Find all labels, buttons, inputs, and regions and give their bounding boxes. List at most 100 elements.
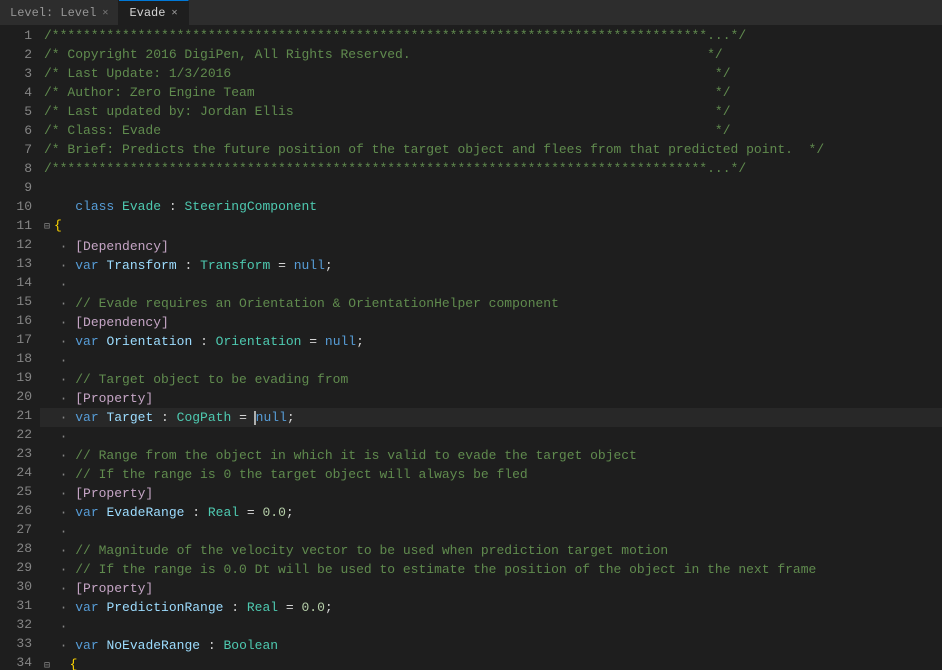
tab-close-button[interactable]: ✕ <box>102 7 108 19</box>
code-line: /* Author: Zero Engine Team */ <box>40 83 942 102</box>
token-c-plain: : <box>192 334 215 349</box>
token-c-keyword: var <box>75 410 98 425</box>
token-c-comment: // Evade requires an Orientation & Orien… <box>75 296 559 311</box>
code-line: · [Dependency] <box>40 313 942 332</box>
fold-arrow[interactable]: ⊟ <box>44 657 54 670</box>
tab-level[interactable]: Level: Level ✕ <box>0 0 119 25</box>
code-line: /* Brief: Predicts the future position o… <box>40 140 942 159</box>
code-line: · var NoEvadeRange : Boolean <box>40 636 942 655</box>
code-line: · <box>40 617 942 636</box>
fold-arrow[interactable]: ⊟ <box>44 218 54 237</box>
line-number: 6 <box>8 121 32 140</box>
token-c-dots: · <box>44 638 75 653</box>
line-number: 14 <box>8 273 32 292</box>
token-c-type: Real <box>208 505 239 520</box>
token-c-comment: // Target object to be evading from <box>75 372 348 387</box>
token-c-dots: · <box>44 524 75 539</box>
token-c-property: NoEvadeRange <box>106 638 200 653</box>
token-c-keyword: var <box>75 505 98 520</box>
code-line: · // Range from the object in which it i… <box>40 446 942 465</box>
token-c-plain: : <box>161 199 184 214</box>
code-line: /***************************************… <box>40 159 942 178</box>
token-c-null: null <box>256 410 287 425</box>
code-area[interactable]: /***************************************… <box>40 26 942 670</box>
token-c-plain: : <box>223 600 246 615</box>
code-line: · <box>40 351 942 370</box>
token-c-comment: // If the range is 0.0 Dt will be used t… <box>75 562 816 577</box>
token-c-comment: /* Class: Evade */ <box>44 123 731 138</box>
token-c-decorator: [Property] <box>75 391 153 406</box>
code-line: · var EvadeRange : Real = 0.0; <box>40 503 942 522</box>
line-number: 2 <box>8 45 32 64</box>
token-c-plain: ; <box>325 258 333 273</box>
token-c-decorator: [Property] <box>75 486 153 501</box>
code-line: · var Transform : Transform = null; <box>40 256 942 275</box>
line-number: 33 <box>8 634 32 653</box>
token-c-property: PredictionRange <box>106 600 223 615</box>
line-number: 3 <box>8 64 32 83</box>
token-c-comment: // Magnitude of the velocity vector to b… <box>75 543 668 558</box>
line-number: 24 <box>8 463 32 482</box>
line-number: 28 <box>8 539 32 558</box>
code-line: ⊟ { <box>40 655 942 670</box>
token-c-dots: · <box>44 467 75 482</box>
line-number: 5 <box>8 102 32 121</box>
token-c-dots: · <box>44 353 75 368</box>
line-numbers: 1234567891011121314151617181920212223242… <box>0 26 40 670</box>
line-number: 19 <box>8 368 32 387</box>
token-c-plain: = <box>239 505 262 520</box>
token-c-property: Orientation <box>106 334 192 349</box>
tab-evade[interactable]: Evade ✕ <box>119 0 188 25</box>
line-number: 11 <box>8 216 32 235</box>
line-number: 18 <box>8 349 32 368</box>
token-c-plain: : <box>184 505 207 520</box>
line-number: 9 <box>8 178 32 197</box>
token-c-dots <box>54 657 70 670</box>
token-c-dots: · <box>44 277 75 292</box>
token-c-plain: : <box>177 258 200 273</box>
line-number: 15 <box>8 292 32 311</box>
code-line: · var PredictionRange : Real = 0.0; <box>40 598 942 617</box>
token-c-decorator: [Dependency] <box>75 315 169 330</box>
token-c-bracket: { <box>70 657 78 670</box>
token-c-keyword: var <box>75 334 98 349</box>
code-line: /***************************************… <box>40 26 942 45</box>
line-number: 8 <box>8 159 32 178</box>
line-number: 25 <box>8 482 32 501</box>
token-c-comment: /***************************************… <box>44 28 746 43</box>
token-c-type: CogPath <box>177 410 232 425</box>
token-c-dots: · <box>44 543 75 558</box>
code-line: /* Last Update: 1/3/2016 */ <box>40 64 942 83</box>
code-line: · var Orientation : Orientation = null; <box>40 332 942 351</box>
line-number: 16 <box>8 311 32 330</box>
token-c-dots: · <box>44 486 75 501</box>
code-line: · [Property] <box>40 579 942 598</box>
line-number: 21 <box>8 406 32 425</box>
token-c-dots: · <box>44 581 75 596</box>
line-number: 4 <box>8 83 32 102</box>
token-c-plain: = <box>231 410 254 425</box>
code-line: · // Evade requires an Orientation & Ori… <box>40 294 942 313</box>
token-c-dots: · <box>44 562 75 577</box>
token-c-dots: · <box>44 619 75 634</box>
token-c-plain: ; <box>287 410 295 425</box>
token-c-property: Target <box>106 410 153 425</box>
line-number: 22 <box>8 425 32 444</box>
tab-close-button[interactable]: ✕ <box>171 7 177 19</box>
line-number: 30 <box>8 577 32 596</box>
token-c-dots: · <box>44 239 75 254</box>
code-line: · <box>40 522 942 541</box>
token-c-keyword: var <box>75 638 98 653</box>
token-c-dots: · <box>44 296 75 311</box>
code-line: · [Dependency] <box>40 237 942 256</box>
token-c-plain: ; <box>325 600 333 615</box>
tab-label: Evade <box>129 6 165 20</box>
token-c-plain: : <box>153 410 176 425</box>
tab-label: Level: Level <box>10 6 96 20</box>
token-c-decorator: [Dependency] <box>75 239 169 254</box>
token-c-plain: ; <box>286 505 294 520</box>
token-c-plain <box>114 199 122 214</box>
token-c-type: Transform <box>200 258 270 273</box>
line-number: 13 <box>8 254 32 273</box>
token-c-number: 0.0 <box>302 600 325 615</box>
